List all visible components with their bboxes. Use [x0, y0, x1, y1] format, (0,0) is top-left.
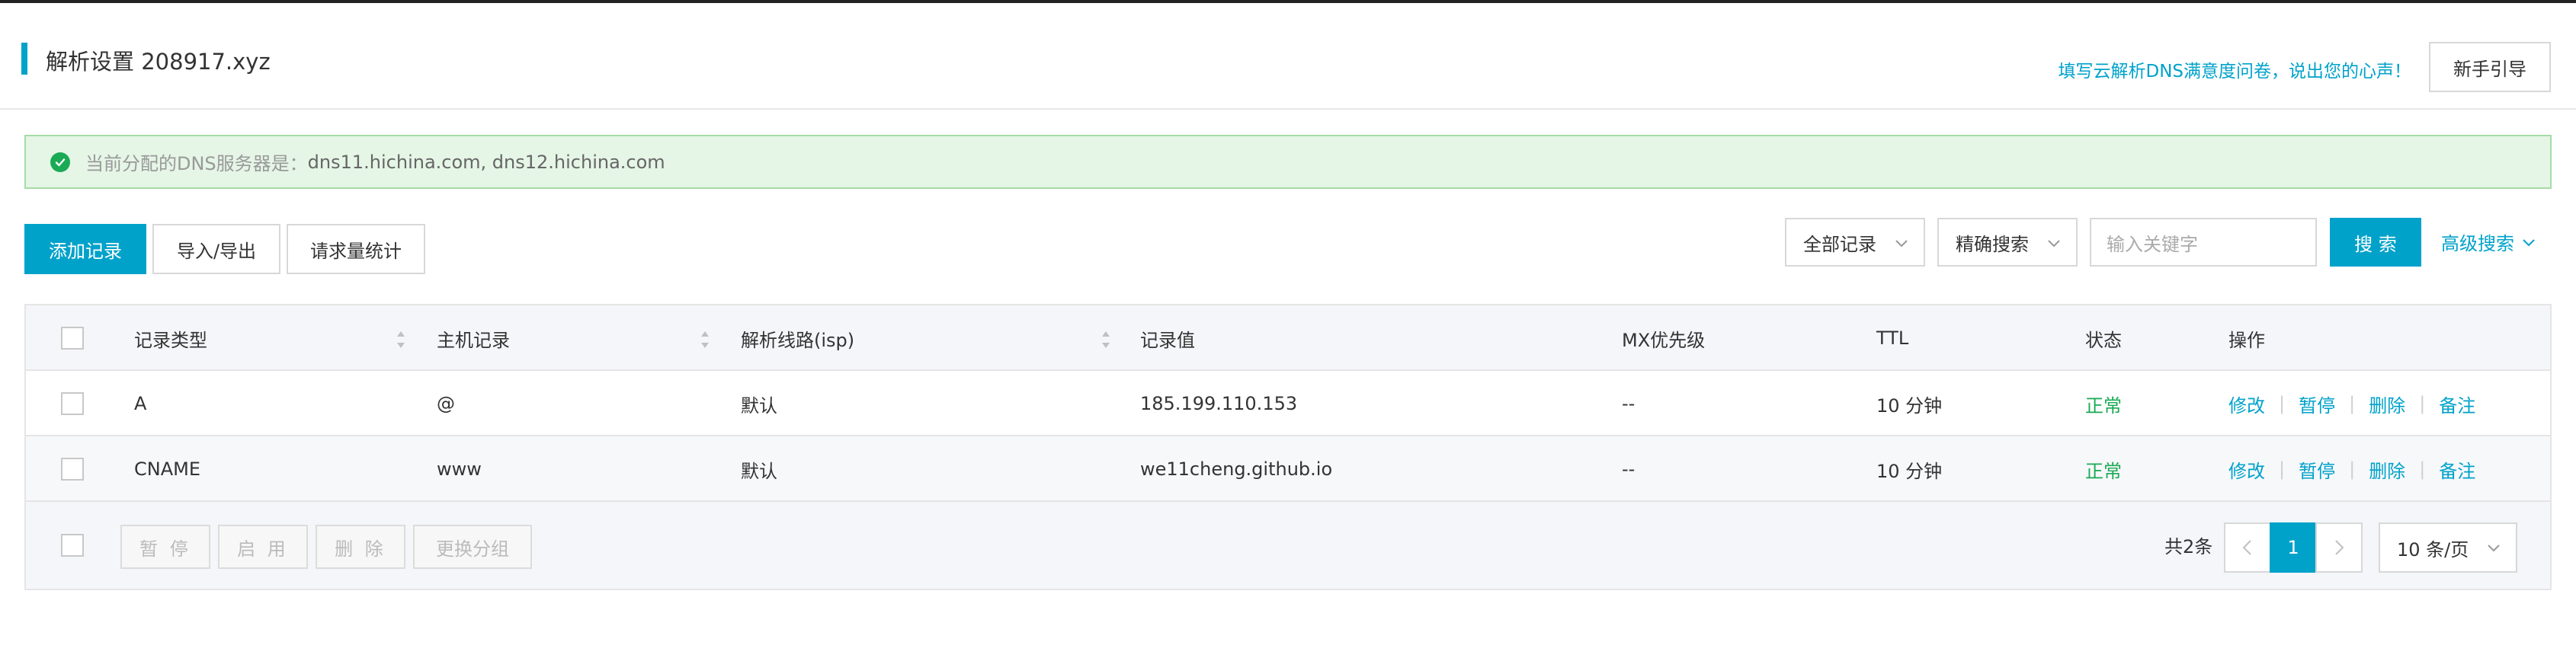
ttl: 10 分钟 — [1876, 460, 1943, 482]
divider: | — [2349, 458, 2356, 480]
table-row: A @ 默认 185.199.110.153 -- 10 分钟 正常 修改 | … — [26, 371, 2550, 436]
footer-select-all-checkbox[interactable] — [61, 534, 84, 557]
dns-server-notice: 当前分配的DNS服务器是： dns11.hichina.com, dns12.h… — [24, 135, 2552, 189]
change-group-button[interactable]: 更换分组 — [413, 525, 532, 569]
edit-link[interactable]: 修改 — [2228, 456, 2265, 483]
column-header-host[interactable]: 主机记录 — [437, 305, 510, 371]
bulk-pause-button[interactable]: 暂 停 — [120, 525, 210, 569]
title-accent-bar — [21, 43, 27, 75]
status-badge: 正常 — [2085, 460, 2122, 482]
pause-link[interactable]: 暂停 — [2299, 456, 2335, 483]
sort-icon[interactable] — [396, 328, 406, 351]
bulk-delete-button[interactable]: 删 除 — [316, 525, 405, 569]
column-header-actions: 操作 — [2228, 329, 2265, 351]
advanced-search-label: 高级搜索 — [2441, 233, 2514, 254]
import-export-button[interactable]: 导入/导出 — [152, 224, 280, 274]
select-all-checkbox[interactable] — [61, 327, 84, 350]
resolve-line: 默认 — [741, 460, 777, 482]
column-header-mx: MX优先级 — [1622, 329, 1706, 351]
guide-button[interactable]: 新手引导 — [2429, 42, 2551, 92]
row-checkbox[interactable] — [61, 392, 84, 415]
mx-priority: -- — [1622, 393, 1636, 414]
search-mode-select[interactable]: 精确搜索 — [1937, 218, 2078, 267]
mx-priority: -- — [1622, 458, 1636, 480]
chevron-down-icon — [2523, 238, 2535, 246]
record-type: CNAME — [134, 458, 200, 480]
host-record: @ — [437, 393, 455, 414]
search-mode-value: 精确搜索 — [1956, 233, 2029, 255]
column-header-status: 状态 — [2085, 329, 2122, 351]
row-checkbox[interactable] — [61, 458, 84, 481]
pause-link[interactable]: 暂停 — [2299, 391, 2335, 417]
column-header-ttl: TTL — [1876, 327, 1909, 349]
divider: | — [2279, 458, 2286, 480]
chevron-down-icon — [2048, 240, 2060, 248]
total-count: 共2条 — [2164, 535, 2213, 557]
sort-icon[interactable] — [700, 328, 710, 351]
column-header-line[interactable]: 解析线路(isp) — [741, 305, 854, 371]
ttl: 10 分钟 — [1876, 394, 1943, 417]
search-button[interactable]: 搜 索 — [2330, 218, 2421, 267]
resolve-line: 默认 — [741, 394, 777, 417]
dns-server-value: dns11.hichina.com, dns12.hichina.com — [307, 151, 665, 173]
edit-link[interactable]: 修改 — [2228, 391, 2265, 417]
prev-page-button[interactable] — [2224, 522, 2271, 573]
row-actions: 修改 | 暂停 | 删除 | 备注 — [2228, 436, 2475, 502]
remark-link[interactable]: 备注 — [2439, 391, 2475, 417]
page-size-select[interactable]: 10 条/页 — [2379, 522, 2517, 573]
host-record: www — [437, 458, 482, 480]
check-circle-icon — [50, 152, 70, 172]
delete-link[interactable]: 删除 — [2369, 391, 2405, 417]
delete-link[interactable]: 删除 — [2369, 456, 2405, 483]
sort-icon[interactable] — [1101, 328, 1111, 351]
page-header: 解析设置 208917.xyz 填写云解析DNS满意度问卷，说出您的心声！ 新手… — [0, 3, 2576, 110]
record-filter-value: 全部记录 — [1803, 233, 1876, 255]
status-badge: 正常 — [2085, 394, 2122, 417]
divider: | — [2419, 458, 2426, 480]
survey-link[interactable]: 填写云解析DNS满意度问卷，说出您的心声！ — [2058, 56, 2411, 82]
divider: | — [2419, 393, 2426, 414]
bulk-enable-button[interactable]: 启 用 — [218, 525, 308, 569]
advanced-search-link[interactable]: 高级搜索 — [2441, 228, 2536, 255]
chevron-down-icon — [1895, 240, 1908, 248]
request-stats-button[interactable]: 请求量统计 — [287, 224, 425, 274]
divider: | — [2279, 393, 2286, 414]
chevron-left-icon — [2242, 540, 2251, 555]
record-type: A — [134, 393, 147, 414]
chevron-right-icon — [2335, 540, 2344, 555]
record-value: 185.199.110.153 — [1140, 393, 1298, 414]
table-header-row: 记录类型 主机记录 解析线路(isp) 记录值 MX优先级 TTL 状态 操作 — [26, 305, 2550, 371]
table-row: CNAME www 默认 we11cheng.github.io -- 10 分… — [26, 436, 2550, 502]
divider: | — [2349, 393, 2356, 414]
column-header-value: 记录值 — [1140, 329, 1195, 351]
record-filter-select[interactable]: 全部记录 — [1785, 218, 1925, 267]
keyword-search-input[interactable]: 输入关键字 — [2090, 218, 2317, 267]
next-page-button[interactable] — [2315, 522, 2363, 573]
record-value: we11cheng.github.io — [1140, 458, 1333, 480]
page-1-button[interactable]: 1 — [2270, 522, 2317, 573]
column-header-type[interactable]: 记录类型 — [134, 305, 207, 371]
notice-label: 当前分配的DNS服务器是： — [85, 153, 308, 174]
chevron-down-icon — [2488, 545, 2500, 552]
remark-link[interactable]: 备注 — [2439, 456, 2475, 483]
row-actions: 修改 | 暂停 | 删除 | 备注 — [2228, 371, 2475, 436]
add-record-button[interactable]: 添加记录 — [24, 224, 146, 274]
page-size-value: 10 条/页 — [2397, 538, 2469, 561]
page-title: 解析设置 208917.xyz — [46, 49, 271, 75]
